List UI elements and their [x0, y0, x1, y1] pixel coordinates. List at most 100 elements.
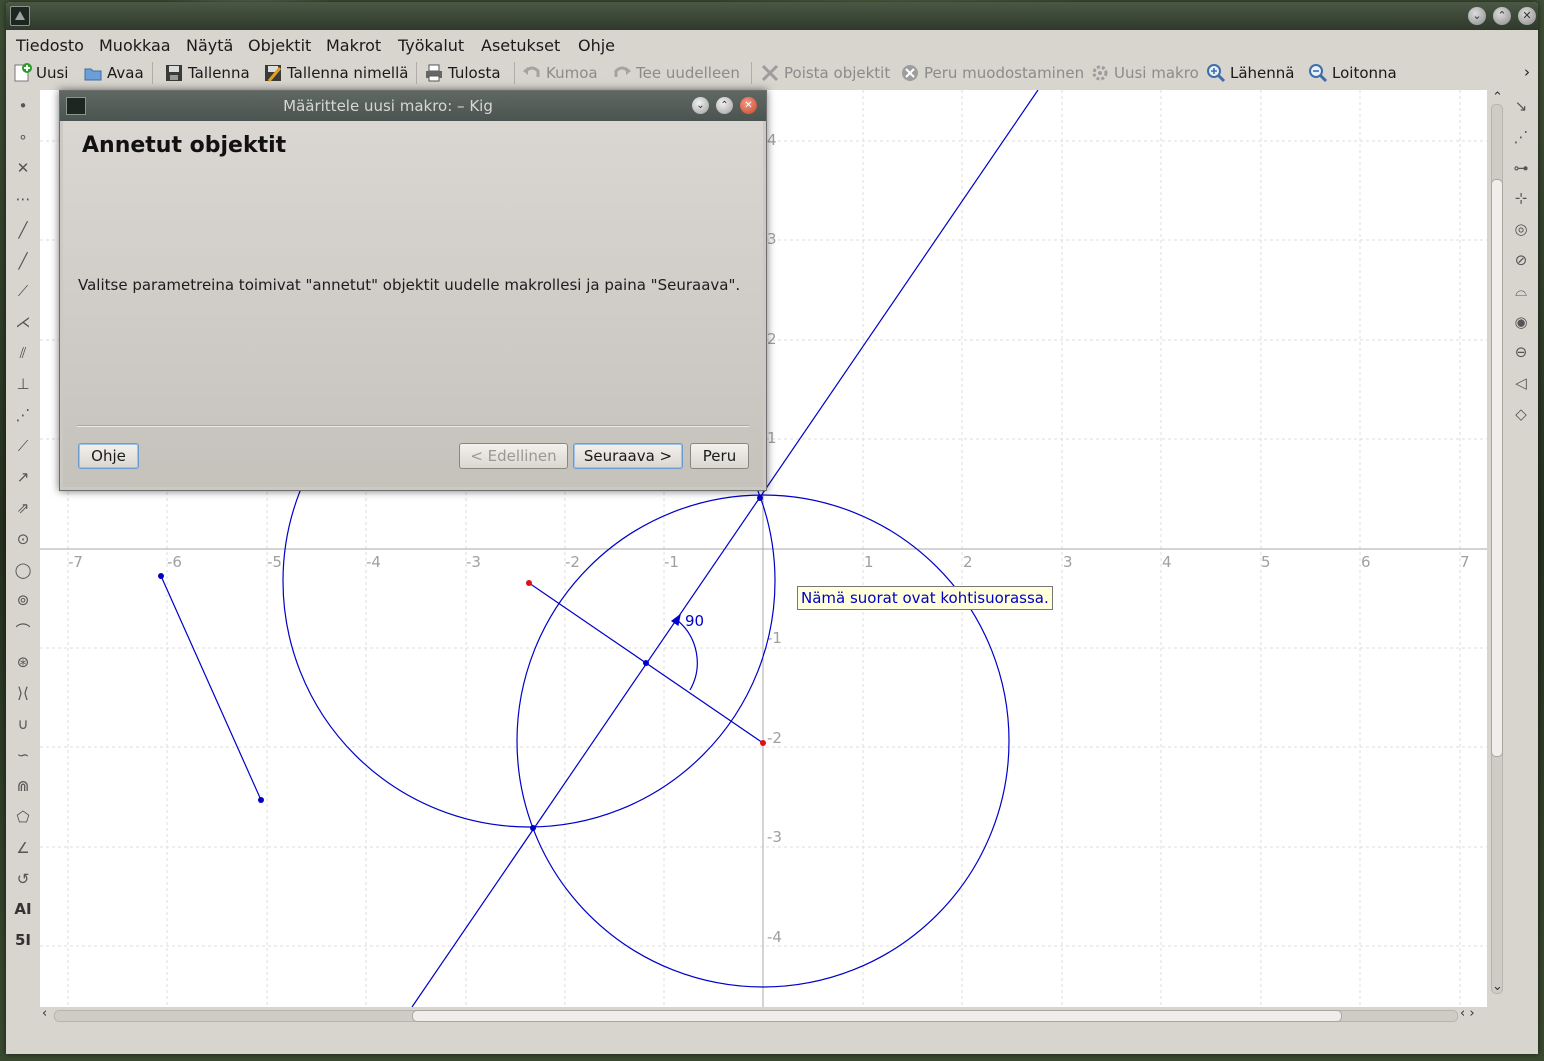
scroll-up-icon[interactable]: ⌃ [1492, 90, 1503, 105]
scroll-down-icon[interactable]: ⌄ [1492, 979, 1503, 994]
scroll-left-icon[interactable]: ‹ [42, 1006, 47, 1021]
redo-button[interactable]: Tee uudelleen [612, 63, 740, 83]
undo-button[interactable]: Kumoa [522, 63, 598, 83]
toolbar-overflow-button[interactable]: › [1524, 63, 1530, 81]
save-as-button[interactable]: Tallenna nimellä [263, 63, 408, 83]
circle-center-point-icon[interactable]: ⊙ [11, 527, 35, 551]
circle-three-points-icon[interactable]: ◯ [11, 558, 35, 582]
kig-app-icon[interactable] [10, 6, 30, 26]
point-red[interactable] [526, 580, 532, 586]
scale-icon[interactable]: ◎ [1509, 217, 1533, 241]
horizontal-scrollbar[interactable]: ‹ ‹ › [40, 1006, 1487, 1024]
hyperbola-icon[interactable]: ⟩⟨ [11, 681, 35, 705]
dialog-title-bar[interactable]: Määrittele uusi makro: – Kig ⌄ ⌃ ✕ [60, 91, 766, 121]
back-button[interactable]: < Edellinen [459, 443, 568, 469]
x-tick-label: 6 [1361, 553, 1371, 571]
menu-objects[interactable]: Objektit [248, 36, 311, 55]
arc-icon[interactable]: ⌒ [11, 619, 35, 643]
segment-axis-icon[interactable]: ⋰ [11, 403, 35, 427]
parabola-icon[interactable]: ∪ [11, 712, 35, 736]
intersection-icon[interactable]: ✕ [11, 156, 35, 180]
new-button[interactable]: Uusi [12, 63, 68, 83]
segment-left[interactable] [160, 575, 262, 801]
print-button[interactable]: Tulosta [424, 63, 501, 83]
help-button[interactable]: Ohje [78, 443, 139, 469]
menu-tools[interactable]: Työkalut [398, 36, 464, 55]
maximize-icon[interactable]: ⌃ [716, 97, 733, 114]
midpoint-icon[interactable]: ⋯ [11, 187, 35, 211]
instruction-text: Valitse parametreina toimivat "annetut" … [78, 276, 741, 294]
parallel-icon[interactable]: ⫽ [11, 341, 35, 365]
perpendicular-icon[interactable]: ⊥ [11, 372, 35, 396]
zoom-in-button[interactable]: Lähennä [1206, 63, 1295, 83]
menu-file[interactable]: Tiedosto [16, 36, 84, 55]
homothety-icon[interactable]: ⌓ [1509, 279, 1533, 303]
point[interactable] [258, 797, 264, 803]
transform-icon[interactable]: ↺ [11, 867, 35, 891]
y-tick-label: -3 [767, 828, 782, 846]
invert-icon[interactable]: ⊘ [1509, 248, 1533, 272]
horizontal-scroll-thumb[interactable] [412, 1010, 1342, 1022]
vector-icon[interactable]: ↗ [11, 465, 35, 489]
delete-objects-button[interactable]: Poista objektit [760, 63, 890, 83]
tangent-icon[interactable]: ⟋ [11, 434, 35, 458]
affinity-icon[interactable]: ◁ [1509, 371, 1533, 395]
point-icon[interactable]: • [11, 94, 35, 118]
menu-macros[interactable]: Makrot [326, 36, 381, 55]
angle-bisector-icon[interactable]: ⋌ [11, 310, 35, 334]
angle-arc[interactable] [676, 619, 698, 691]
zoom-out-icon [1308, 63, 1328, 83]
point[interactable] [158, 573, 164, 579]
x-tick-label: -5 [267, 553, 282, 571]
menu-edit[interactable]: Muokkaa [99, 36, 171, 55]
menu-view[interactable]: Näytä [186, 36, 233, 55]
projective-icon[interactable]: ⊖ [1509, 340, 1533, 364]
maximize-icon[interactable]: ⌃ [1493, 7, 1511, 25]
close-icon[interactable]: ✕ [1518, 7, 1536, 25]
x-tick-label: 7 [1460, 553, 1470, 571]
circle-center-radius-icon[interactable]: ⊚ [11, 588, 35, 612]
polygon-icon[interactable]: ⬠ [11, 805, 35, 829]
cancel-button[interactable]: Peru [690, 443, 749, 469]
segment-icon[interactable]: ⟋ [11, 279, 35, 303]
point[interactable] [530, 825, 536, 831]
scroll-right-icon[interactable]: ‹ › [1460, 1006, 1475, 1021]
ray-icon[interactable]: ╱ [11, 249, 35, 273]
rotate-icon[interactable]: ⋰ [1509, 125, 1533, 149]
point-red[interactable] [760, 740, 766, 746]
horizontal-scroll-track[interactable] [54, 1010, 1458, 1022]
cancel-construction-button[interactable]: Peru muodostaminen [900, 63, 1084, 83]
save-button[interactable]: Tallenna [164, 63, 250, 83]
toolbar-separator [514, 62, 515, 84]
minimize-icon[interactable]: ⌄ [692, 97, 709, 114]
open-button[interactable]: Avaa [83, 63, 144, 83]
similitude-icon[interactable]: ◇ [1509, 402, 1533, 426]
vertical-scroll-thumb[interactable] [1491, 179, 1503, 757]
numeric-label-icon[interactable]: 5I [11, 928, 35, 952]
dialog-body: Annetut objektit Valitse parametreina to… [63, 121, 763, 487]
locus-icon[interactable]: ⋒ [11, 774, 35, 798]
next-button[interactable]: Seuraava > [573, 443, 683, 469]
zoom-out-button[interactable]: Loitonna [1308, 63, 1397, 83]
translate-icon[interactable]: ↘ [1509, 94, 1533, 118]
vertical-scroll-track[interactable] [1491, 104, 1503, 994]
circle-inversion-icon[interactable]: ◉ [1509, 310, 1533, 334]
reflect-line-icon[interactable]: ⊹ [1509, 186, 1533, 210]
text-label-icon[interactable]: AI [11, 897, 35, 921]
vector-sum-icon[interactable]: ⇗ [11, 496, 35, 520]
point[interactable] [757, 495, 763, 501]
new-macro-button[interactable]: Uusi makro [1090, 63, 1199, 83]
point[interactable] [643, 660, 649, 666]
vertical-scrollbar[interactable]: ⌃ ⌄ [1489, 90, 1505, 1007]
reflect-point-icon[interactable]: ⊶ [1509, 156, 1533, 180]
close-icon[interactable]: ✕ [740, 97, 757, 114]
menu-help[interactable]: Ohje [578, 36, 615, 55]
conic-icon[interactable]: ⊛ [11, 650, 35, 674]
constrained-point-icon[interactable]: ∘ [11, 125, 35, 149]
menu-settings[interactable]: Asetukset [481, 36, 560, 55]
line-icon[interactable]: ╱ [11, 218, 35, 242]
cubic-icon[interactable]: ∽ [11, 743, 35, 767]
minimize-icon[interactable]: ⌄ [1468, 7, 1486, 25]
y-tick-label: 2 [767, 330, 777, 348]
angle-icon[interactable]: ∠ [11, 836, 35, 860]
